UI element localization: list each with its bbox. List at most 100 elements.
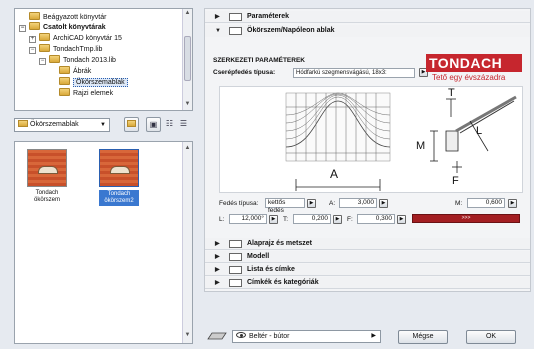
plan-section-icon [229,240,242,248]
model-icon [229,253,242,261]
library-tree[interactable]: Beágyazott könyvtár − Csatolt könyvtárak … [14,8,193,111]
tondach-link-bar[interactable]: >>> [412,214,520,223]
collapse-triangle-icon: ▼ [215,28,221,34]
tree-item-archicad[interactable]: + ArchiCAD könyvtár 15 [29,33,122,43]
folder-icon [59,77,70,85]
ok-button[interactable]: OK [466,330,516,344]
l-label: L: [219,216,225,223]
expand-triangle-icon: ▶ [215,14,220,20]
listing-icon [229,266,242,274]
layer-dropdown[interactable]: Beltér - bútor ▶ [232,330,381,343]
cancel-button[interactable]: Mégse [398,330,448,344]
tags-icon [229,279,242,287]
settings-panel: ▶ Paraméterek ▼ Ökörszem/Napóleon ablak … [204,8,531,292]
tree-item-rajzi-elemek[interactable]: Rajzi elemek [59,88,113,98]
m-label: M: [455,200,463,207]
object-label: Tondach ökörszem2 [99,190,139,206]
expand-triangle-icon: ▶ [215,241,220,247]
tree-item-abrak[interactable]: Ábrák [59,66,91,76]
l-field[interactable]: 12,000° [229,214,267,224]
object-label: Tondach ökörszem [33,190,60,203]
tree-item-embedded[interactable]: Beágyazott könyvtár [29,12,106,22]
folder-icon [59,88,70,96]
label-t: T [448,87,455,99]
cover-type-field[interactable]: kettős fedés [265,198,305,214]
section-dormer[interactable]: ▼ Ökörszem/Napóleon ablak [205,25,530,37]
preview-view-button[interactable]: ▣ [146,117,161,132]
detail-view-icon: ☰ [179,119,188,128]
folder-icon [29,12,40,20]
a-field[interactable]: 3,000 [339,198,377,208]
dialog-window: Beágyazott könyvtár − Csatolt könyvtárak … [0,0,534,349]
t-label: T: [283,216,289,223]
folder-up-icon [127,120,136,127]
f-field[interactable]: 0,300 [357,214,395,224]
dormer-settings-icon [229,27,242,35]
chevron-down-icon: ▼ [100,122,106,128]
tree-item-tondach2013[interactable]: − Tondach 2013.lib [39,55,116,65]
label-a: A [330,167,339,181]
label-l: L [476,125,483,137]
tile-type-field[interactable]: Hódfarkú szegmensvágású, 18x3: [293,68,415,78]
scroll-up-icon[interactable]: ▲ [184,145,191,151]
collapse-icon[interactable]: − [19,25,26,32]
folder-icon [39,33,50,41]
folder-dropdown[interactable]: Ökörszemablak ▼ [14,118,110,132]
list-view-icon: ☷ [165,119,174,128]
tree-item-linked[interactable]: − Csatolt könyvtárak [19,22,106,32]
object-preview-list[interactable]: Tondach ökörszem Tondach ökörszem2 ▲ ▼ [14,141,193,344]
expand-triangle-icon: ▶ [215,267,220,273]
scroll-down-icon[interactable]: ▼ [184,332,191,338]
scroll-up-icon[interactable]: ▲ [184,10,191,17]
section-tags[interactable]: ▶ Címkék és kategóriák [205,277,530,289]
section-model[interactable]: ▶ Modell [205,251,530,263]
m-popup-button[interactable]: ▶ [508,199,517,208]
folder-icon [18,120,28,127]
section-parameters[interactable]: ▶ Paraméterek [205,11,530,23]
section-listing[interactable]: ▶ Lista és címke [205,264,530,276]
chevron-right-icon: ▶ [371,333,376,339]
parameters-icon [229,13,242,21]
object-item[interactable]: Tondach ökörszem [27,149,67,209]
eye-icon [236,332,246,338]
scroll-thumb[interactable] [184,36,191,81]
layer-icon [206,331,228,340]
label-f: F [452,175,459,187]
folder-icon [39,44,50,52]
expand-triangle-icon: ▶ [215,280,220,286]
folder-up-button[interactable] [124,117,139,132]
cover-type-label: Fedés típusa: [219,200,259,207]
folder-icon [29,22,40,30]
list-view-button[interactable]: ☷ [162,117,177,132]
tree-scrollbar[interactable]: ▲ ▼ [182,9,192,110]
object-item-selected[interactable]: Tondach ökörszem2 [99,149,139,209]
m-field[interactable]: 0,600 [467,198,505,208]
f-popup-button[interactable]: ▶ [397,215,406,224]
collapse-icon[interactable]: − [39,58,46,65]
expand-triangle-icon: ▶ [215,254,220,260]
a-label: A: [329,200,336,207]
t-field[interactable]: 0,200 [293,214,331,224]
label-m: M [416,140,426,152]
folder-icon [49,55,60,63]
tree-item-okorszemablak[interactable]: Ökörszemablak [59,77,128,87]
object-thumbnail [27,149,67,187]
detail-view-button[interactable]: ☰ [176,117,191,132]
tile-type-label: Cserépfedés típusa: [213,69,276,76]
tree-item-tondachtmp[interactable]: − TondachTmp.lib [29,44,102,54]
f-label: F: [347,216,353,223]
scroll-down-icon[interactable]: ▼ [184,101,191,108]
object-thumbnail [99,149,139,187]
collapse-icon[interactable]: − [29,47,36,54]
t-popup-button[interactable]: ▶ [333,215,342,224]
a-popup-button[interactable]: ▶ [379,199,388,208]
dormer-diagram-svg [285,92,517,191]
section-plan-and-section[interactable]: ▶ Alaprajz és metszet [205,238,530,250]
tondach-logo: TONDACH Tető egy évszázadra [426,54,522,86]
cover-type-popup-button[interactable]: ▶ [307,199,316,208]
dormer-diagram: A M T L F [219,86,523,193]
structural-heading: SZERKEZETI PARAMÉTEREK [213,57,305,64]
l-popup-button[interactable]: ▶ [269,215,278,224]
expand-icon[interactable]: + [29,36,36,43]
preview-scrollbar[interactable]: ▲ ▼ [182,142,192,343]
